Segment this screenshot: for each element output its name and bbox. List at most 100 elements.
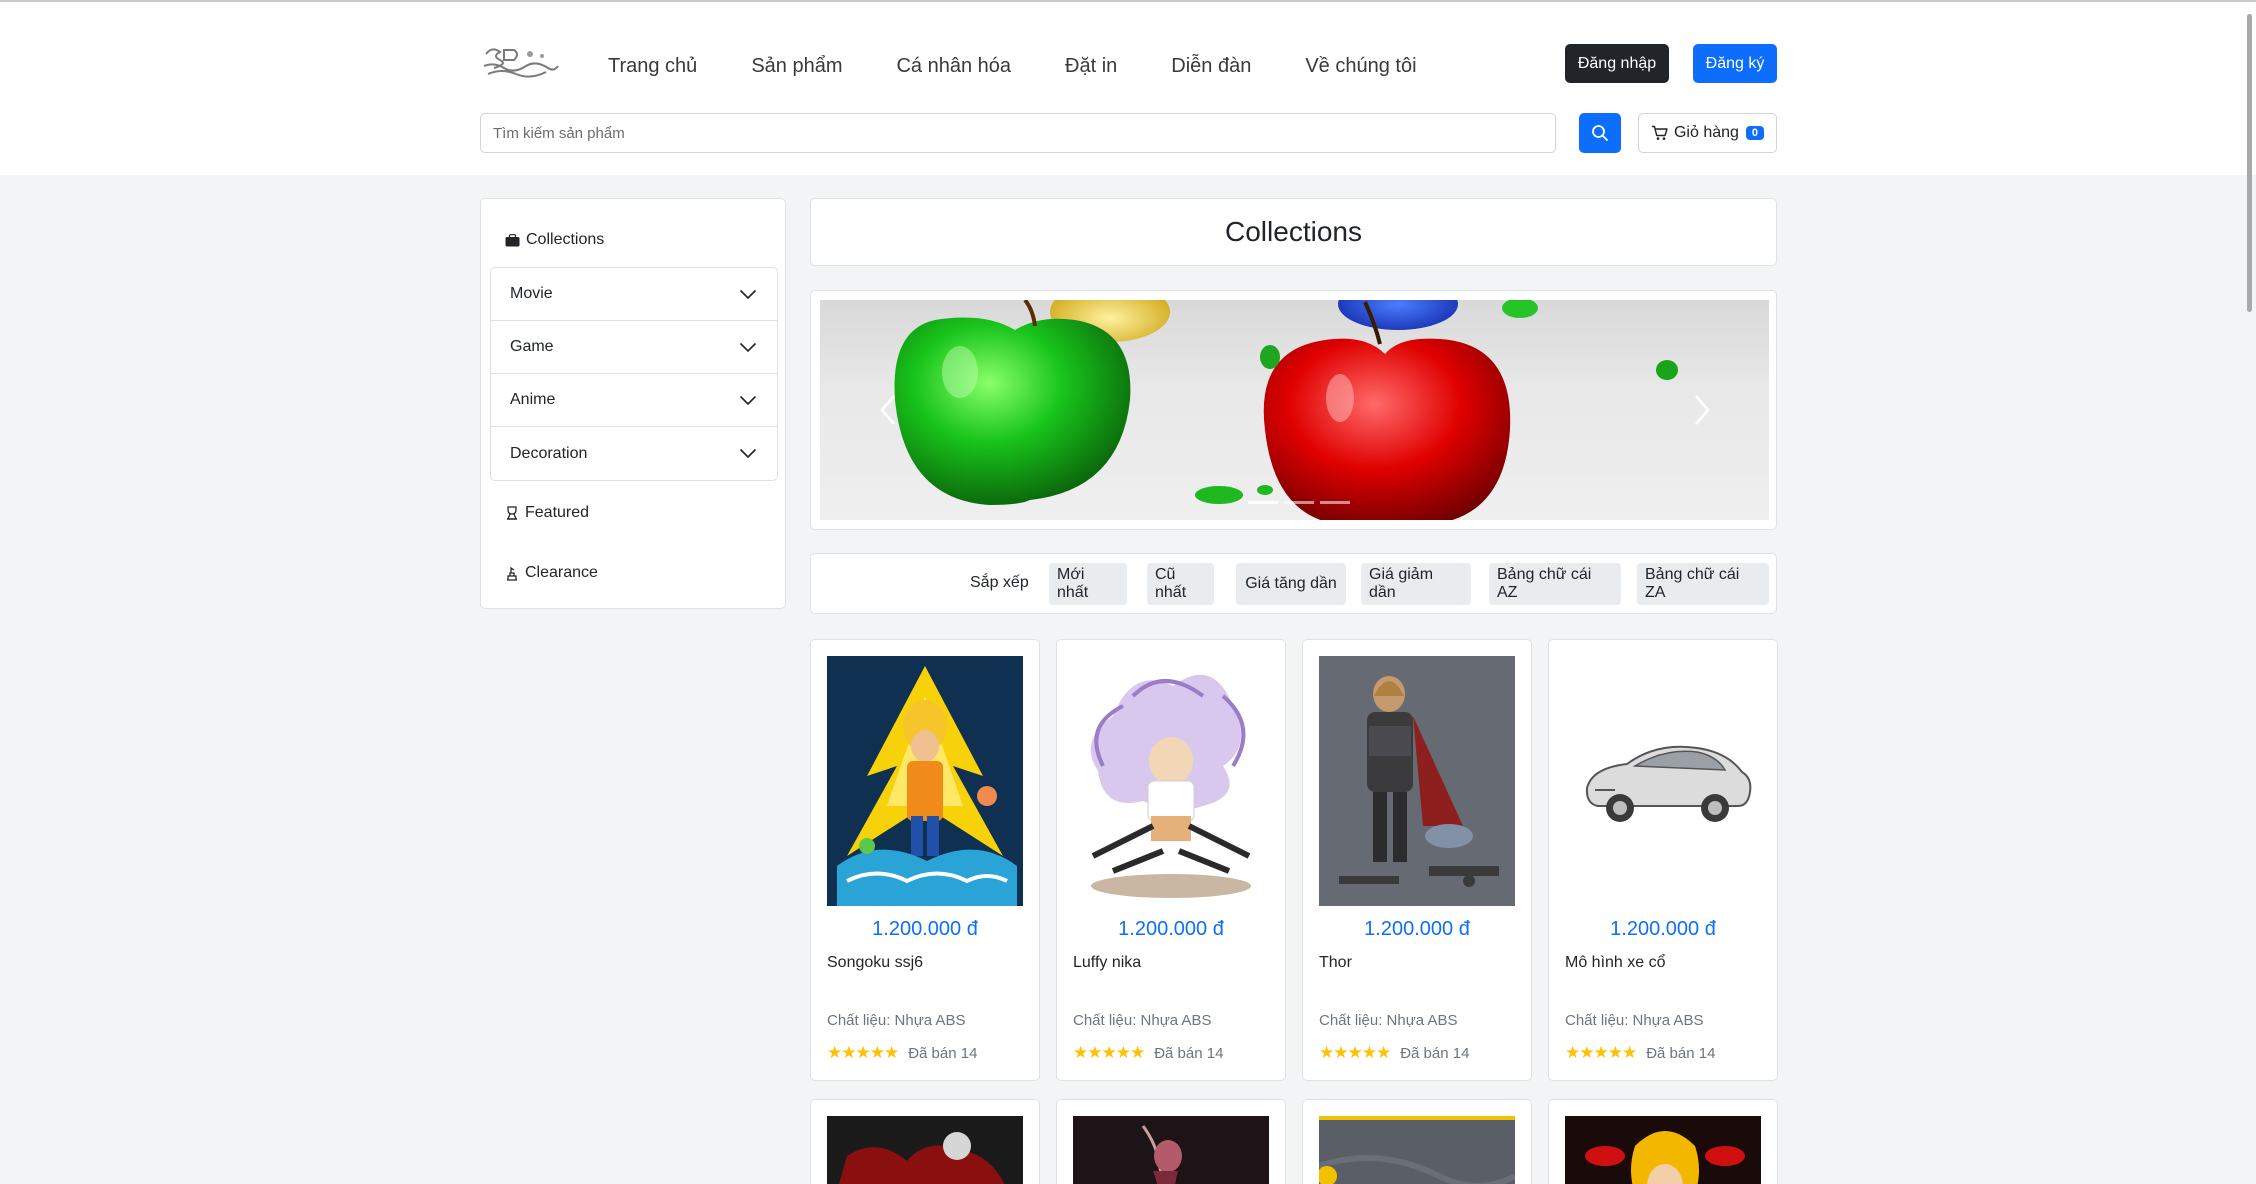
nav-home[interactable]: Trang chủ: [608, 50, 724, 82]
site-logo[interactable]: [480, 40, 562, 86]
sidebar-heading-collections[interactable]: Collections: [505, 231, 604, 249]
category-movie[interactable]: Movie: [491, 268, 777, 321]
product-card-songoku[interactable]: 1.200.000 đ Songoku ssj6 Chất liệu: Nhựa…: [810, 639, 1040, 1081]
category-accordion: Movie Game Anime Decoration: [490, 267, 778, 481]
product-price: 1.200.000 đ: [872, 918, 978, 940]
rating-stars-icon: ★★★★★: [827, 1043, 899, 1062]
search-input[interactable]: [480, 113, 1556, 153]
nav-products[interactable]: Sản phẩm: [724, 50, 869, 82]
product-image[interactable]: [827, 1116, 1023, 1184]
rating-stars-icon: ★★★★★: [1073, 1043, 1145, 1062]
product-image[interactable]: [1319, 1116, 1515, 1184]
product-card-classic-car[interactable]: 1.200.000 đ Mô hình xe cổ Chất liệu: Nhự…: [1548, 639, 1778, 1081]
carousel-slide-image: [894, 300, 1678, 520]
search-icon: [1592, 125, 1608, 141]
product-image[interactable]: [1073, 1116, 1269, 1184]
site-header: Trang chủ Sản phẩm Cá nhân hóa Đặt in Di…: [0, 2, 2256, 175]
product-price: 1.200.000 đ: [1610, 918, 1716, 940]
product-rating: ★★★★★ Đã bán 14: [1073, 1043, 1223, 1063]
product-material: Chất liệu: Nhựa ABS: [827, 1012, 966, 1029]
sort-oldest-button[interactable]: Cũ nhất: [1147, 563, 1214, 605]
cart-button[interactable]: Giỏ hàng 0: [1638, 113, 1777, 153]
product-name[interactable]: Songoku ssj6: [827, 954, 923, 972]
banner-carousel-card: [810, 290, 1777, 530]
cart-label: Giỏ hàng: [1673, 124, 1739, 141]
category-label: Anime: [510, 391, 556, 408]
product-material: Chất liệu: Nhựa ABS: [1565, 1012, 1704, 1029]
product-name[interactable]: Mô hình xe cổ: [1565, 954, 1666, 972]
sidebar-heading-label: Collections: [526, 231, 605, 248]
tag-icon: [507, 566, 517, 581]
search-button[interactable]: [1579, 113, 1621, 153]
carousel-indicators: [1248, 501, 1350, 504]
nav-print-order[interactable]: Đặt in: [1038, 50, 1144, 82]
chevron-down-icon: [739, 342, 757, 352]
carousel-prev-icon[interactable]: [876, 392, 900, 428]
banner-carousel[interactable]: [820, 300, 1769, 520]
page-scrollbar[interactable]: [2247, 14, 2252, 312]
sort-za-button[interactable]: Bảng chữ cái ZA: [1637, 563, 1769, 605]
product-material: Chất liệu: Nhựa ABS: [1319, 1012, 1458, 1029]
category-sidebar: Collections Movie Game Anime Decoration …: [480, 198, 786, 609]
sort-price-asc-button[interactable]: Giá tăng dần: [1236, 563, 1346, 605]
category-label: Decoration: [510, 444, 588, 462]
product-sold: Đã bán 14: [908, 1044, 978, 1062]
product-card[interactable]: [1056, 1099, 1286, 1184]
carousel-indicator-2[interactable]: [1284, 501, 1314, 504]
product-image[interactable]: [827, 656, 1023, 906]
trophy-icon: [507, 506, 517, 520]
register-button[interactable]: Đăng ký: [1693, 44, 1777, 83]
product-material: Chất liệu: Nhựa ABS: [1073, 1012, 1212, 1029]
product-price: 1.200.000 đ: [1364, 918, 1470, 940]
rating-stars-icon: ★★★★★: [1319, 1043, 1391, 1062]
briefcase-icon: [505, 233, 520, 246]
product-sold: Đã bán 14: [1400, 1044, 1470, 1062]
cart-count-badge: 0: [1745, 126, 1765, 140]
featured-label: Featured: [525, 504, 590, 521]
chevron-down-icon: [739, 448, 757, 459]
category-anime[interactable]: Anime: [491, 374, 777, 427]
nav-about[interactable]: Về chúng tôi: [1278, 50, 1443, 82]
sidebar-item-clearance[interactable]: Clearance: [505, 564, 598, 582]
product-sold: Đã bán 14: [1646, 1044, 1716, 1062]
chevron-down-icon: [739, 395, 757, 405]
category-game[interactable]: Game: [491, 321, 777, 374]
rating-stars-icon: ★★★★★: [1565, 1043, 1637, 1062]
product-rating: ★★★★★ Đã bán 14: [1565, 1043, 1715, 1063]
sort-az-button[interactable]: Bảng chữ cái AZ: [1489, 563, 1621, 605]
sort-label: Sắp xếp: [970, 574, 1029, 591]
product-card[interactable]: [1302, 1099, 1532, 1184]
product-card[interactable]: [1548, 1099, 1778, 1184]
product-rating: ★★★★★ Đã bán 14: [1319, 1043, 1469, 1063]
clearance-label: Clearance: [525, 564, 598, 581]
product-name[interactable]: Thor: [1319, 954, 1352, 972]
chevron-down-icon: [739, 289, 757, 299]
sort-price-desc-button[interactable]: Giá giảm dần: [1361, 563, 1471, 605]
product-card-thor[interactable]: 1.200.000 đ Thor Chất liệu: Nhựa ABS ★★★…: [1302, 639, 1532, 1081]
sort-bar: Sắp xếp Mới nhất Cũ nhất Giá tăng dần Gi…: [810, 553, 1777, 614]
product-image[interactable]: [1073, 656, 1269, 906]
category-label: Game: [510, 338, 554, 355]
product-rating: ★★★★★ Đã bán 14: [827, 1043, 977, 1063]
product-price: 1.200.000 đ: [1118, 918, 1224, 940]
cart-icon: [1651, 125, 1668, 140]
nav-forum[interactable]: Diễn đàn: [1144, 50, 1278, 82]
category-decoration[interactable]: Decoration: [491, 427, 777, 480]
nav-personalize[interactable]: Cá nhân hóa: [869, 50, 1038, 82]
page-title: Collections: [810, 198, 1777, 266]
product-name[interactable]: Luffy nika: [1073, 954, 1141, 972]
product-image[interactable]: [1319, 656, 1515, 906]
product-card[interactable]: [810, 1099, 1040, 1184]
carousel-indicator-3[interactable]: [1320, 501, 1350, 504]
product-image[interactable]: [1565, 656, 1761, 906]
main-nav: Trang chủ Sản phẩm Cá nhân hóa Đặt in Di…: [608, 50, 1444, 82]
product-card-luffy[interactable]: 1.200.000 đ Luffy nika Chất liệu: Nhựa A…: [1056, 639, 1286, 1081]
sort-newest-button[interactable]: Mới nhất: [1049, 563, 1127, 605]
product-image[interactable]: [1565, 1116, 1761, 1184]
carousel-indicator-1[interactable]: [1248, 501, 1278, 504]
sidebar-item-featured[interactable]: Featured: [505, 504, 589, 522]
carousel-next-icon[interactable]: [1690, 392, 1714, 428]
category-label: Movie: [510, 285, 553, 302]
login-button[interactable]: Đăng nhập: [1565, 44, 1669, 83]
product-sold: Đã bán 14: [1154, 1044, 1224, 1062]
